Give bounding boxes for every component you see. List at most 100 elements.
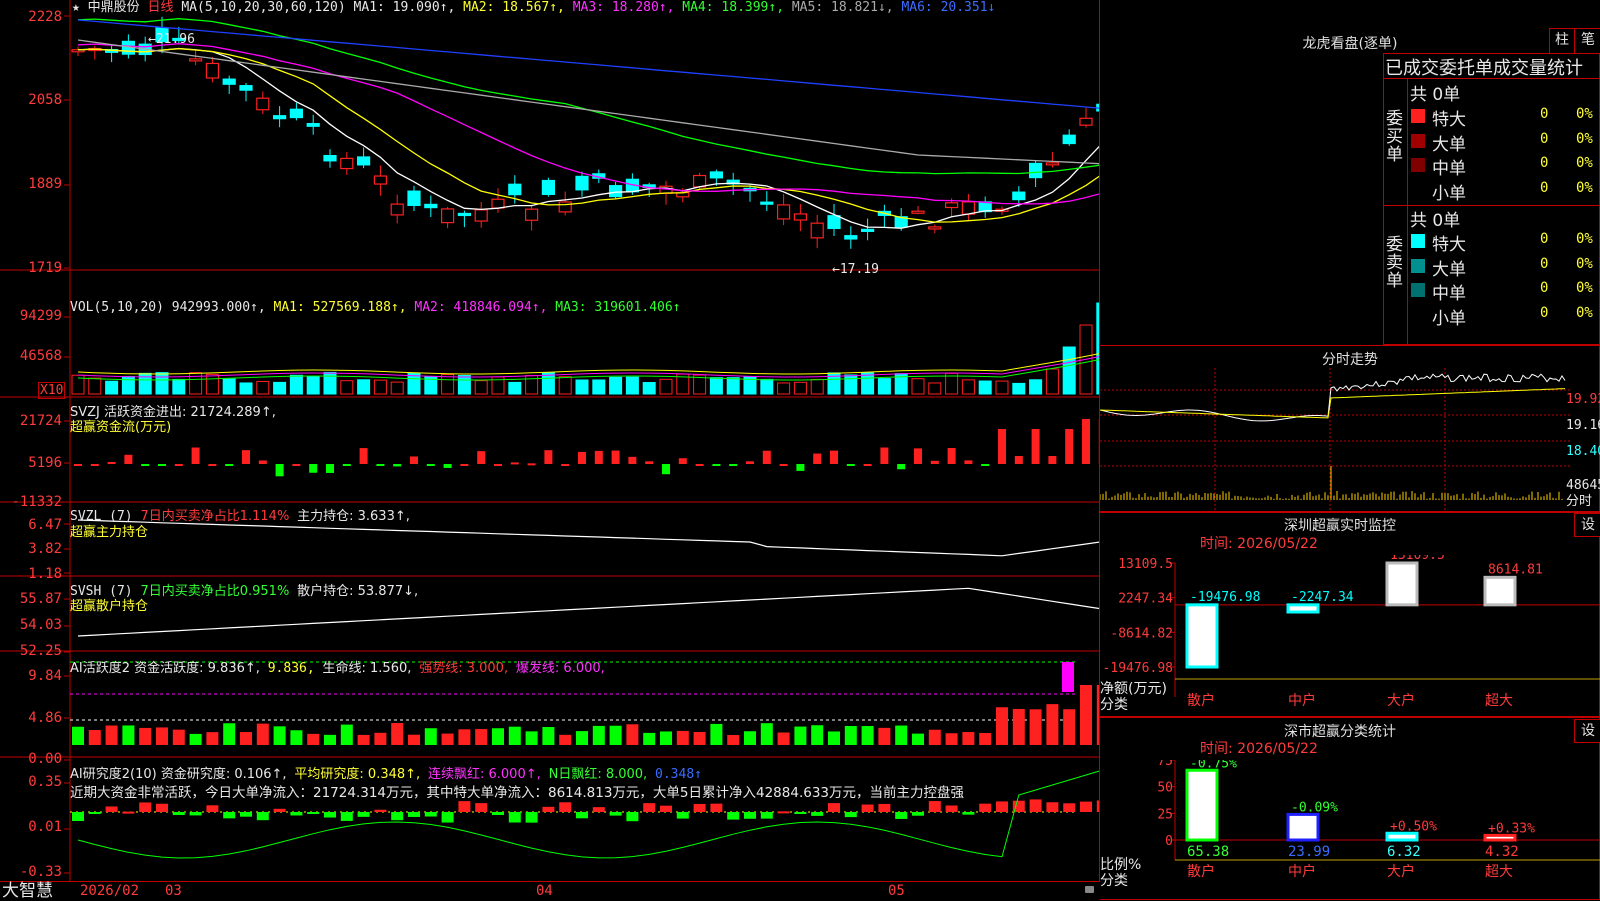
kline-low-label: ←17.19 (832, 262, 879, 277)
svzj-axis-1: 21724 (19, 413, 62, 429)
monitor-value-label: 8614.81 (1488, 562, 1543, 577)
stats-delta-label: +0.33% (1488, 821, 1535, 836)
monitor-axis-label: -8614.82 (1110, 626, 1173, 641)
ai1-axis-1: 9.84 (28, 668, 62, 684)
monitor-settings-button[interactable]: 设 (1574, 513, 1600, 537)
stats-bar[interactable] (1385, 831, 1419, 842)
ai1-axis-2: 4.86 (28, 710, 62, 726)
dragon-subtitle: 已成交委托单成交量统计 (1385, 58, 1583, 79)
sell-row-percent: 0% (1576, 231, 1593, 247)
stats-time: 时间: 2026/05/22 (1200, 741, 1318, 757)
ai2-axis-2: 0.01 (28, 819, 62, 835)
sell-row-swatch (1411, 283, 1425, 297)
stats-value-label: 65.38 (1187, 844, 1229, 860)
sell-row-name: 小单 (1432, 308, 1466, 329)
sell-side-label: 委卖单 (1386, 235, 1403, 291)
tick-mode-button[interactable]: 笔 (1574, 28, 1600, 54)
dragon-vdivider (1407, 78, 1408, 345)
stock-name[interactable]: 中鼎股份 (88, 0, 140, 15)
buy-row-percent: 0% (1576, 106, 1593, 122)
intraday-price-3: 18.40 (1566, 444, 1600, 459)
intraday-price-1: 19.92 (1566, 392, 1600, 407)
monitor-category-label: 散户 (1187, 692, 1215, 709)
stats-bar[interactable] (1286, 812, 1320, 842)
stats-chart[interactable]: 75 50 25 0 -0.75% 65.38 散户 -0.09% 23.99 中户 +0.50% 6… (1100, 760, 1600, 900)
intraday-chart[interactable] (1100, 368, 1570, 512)
vol-unit[interactable]: X10 (38, 382, 66, 399)
stats-delta-label: +0.50% (1390, 819, 1437, 834)
ai2-title-d: N日飘红: 8.000, (548, 767, 648, 782)
stats-axis-label: 75 (1157, 760, 1173, 769)
stats-side-label-2: 分类 (1100, 873, 1128, 889)
sell-total: 共 0单 (1410, 211, 1461, 231)
buy-row-swatch (1411, 182, 1425, 197)
svsh-axis-1: 55.87 (19, 591, 62, 607)
svzl-subtitle: 超赢主力持仓 (70, 525, 149, 540)
monitor-category-label: 大户 (1387, 692, 1415, 709)
kline-header: ★ 中鼎股份 日线 MA(5,10,20,30,60,120) MA1: 19.… (72, 0, 995, 15)
ai2-title-e: 0.348↑ (655, 767, 702, 782)
ma2-value: MA2: 18.567↑, (463, 0, 565, 15)
buy-total: 共 0单 (1410, 85, 1461, 105)
buy-row-name: 小单 (1432, 183, 1466, 204)
ai2-axis-3: -0.33 (19, 864, 62, 880)
monitor-bar[interactable] (1286, 603, 1320, 614)
buy-side-label: 委买单 (1386, 109, 1403, 165)
ma3-value: MA3: 18.280↑, (572, 0, 675, 15)
ai1-title-c: 生命线: 1.560, (322, 661, 412, 676)
vol-header: VOL(5,10,20) 942993.000↑, MA1: 527569.18… (70, 300, 681, 315)
bar-mode-button[interactable]: 柱 (1549, 28, 1575, 54)
monitor-value-label: 13109.5 (1390, 555, 1445, 563)
ai2-title-c: 连续飘红: 6.000↑, (428, 767, 541, 782)
buy-row-swatch (1411, 133, 1425, 148)
monitor-category-label: 超大 (1485, 693, 1513, 709)
stats-category-label: 大户 (1387, 863, 1415, 880)
date-label-3: 04 (536, 883, 553, 899)
vol-axis-2: 46568 (19, 348, 62, 364)
buy-row-name: 大单 (1432, 134, 1466, 155)
kline-axis-4: 1719 (28, 260, 62, 276)
ma5-value: MA5: 18.821↓, (791, 0, 894, 15)
vol-value: 942993.000↑, (171, 300, 266, 315)
monitor-bar[interactable] (1385, 561, 1419, 607)
star-icon[interactable]: ★ (72, 0, 80, 15)
sell-row-count: 0 (1540, 231, 1549, 247)
monitor-chart[interactable]: 13109.5 2247.34 -8614.82 -19476.98 -19476.98… (1100, 555, 1600, 717)
kline-axis-3: 1889 (28, 176, 62, 192)
intraday-title: 分时走势 (1322, 352, 1378, 368)
kline-high-label: ←21.96 (148, 32, 195, 47)
svzl-axis-1: 6.47 (28, 517, 62, 533)
sell-row-percent: 0% (1576, 304, 1593, 321)
intraday-label: 分时 (1566, 494, 1593, 509)
stats-bar[interactable] (1185, 768, 1219, 842)
ai1-header: AI活跃度2 资金活跃度: 9.836↑, 9.836, 生命线: 1.560,… (70, 661, 605, 676)
kline-axis-1: 2228 (28, 9, 62, 25)
svzj-title: SVZJ 活跃资金进出: 21724.289↑, (70, 405, 276, 420)
svsh-header: SVSH (7) 7日内买卖净占比0.951% 散户持仓: 53.877↓, (70, 584, 418, 599)
buy-row-swatch (1411, 158, 1425, 172)
buy-row-percent: 0% (1576, 155, 1593, 171)
stats-category-label: 中户 (1288, 863, 1316, 880)
stats-settings-button[interactable]: 设 (1574, 719, 1600, 743)
ai1-title-e: 爆发线: 6.000, (515, 661, 605, 676)
sell-row-count: 0 (1540, 280, 1549, 296)
monitor-bar[interactable] (1185, 603, 1219, 669)
stats-axis-label: 25 (1157, 807, 1173, 822)
svzj-axis-3: -11332 (11, 494, 62, 510)
monitor-bar[interactable] (1483, 575, 1517, 607)
svzl-axis-2: 3.82 (28, 541, 62, 557)
lock-icon[interactable] (1085, 886, 1094, 893)
svzl-axis-3: 1.18 (28, 566, 62, 582)
period-label[interactable]: 日线 (148, 0, 174, 15)
sell-row-name: 中单 (1432, 284, 1466, 304)
buy-row-count: 0 (1540, 106, 1549, 122)
ma4-value: MA4: 18.399↑, (682, 0, 785, 15)
brand-label[interactable]: 大智慧 (2, 882, 53, 900)
ai2-title-a: AI研究度2(10) 资金研究度: 0.106↑, (70, 767, 287, 782)
sell-row-swatch (1411, 258, 1425, 273)
ai1-axis-3: 0.00 (28, 751, 62, 767)
ma6-value: MA6: 20.351↓ (901, 0, 996, 15)
intraday-volume: 48645 (1566, 478, 1600, 493)
monitor-time: 时间: 2026/05/22 (1200, 536, 1318, 552)
date-label-4: 05 (888, 883, 905, 899)
